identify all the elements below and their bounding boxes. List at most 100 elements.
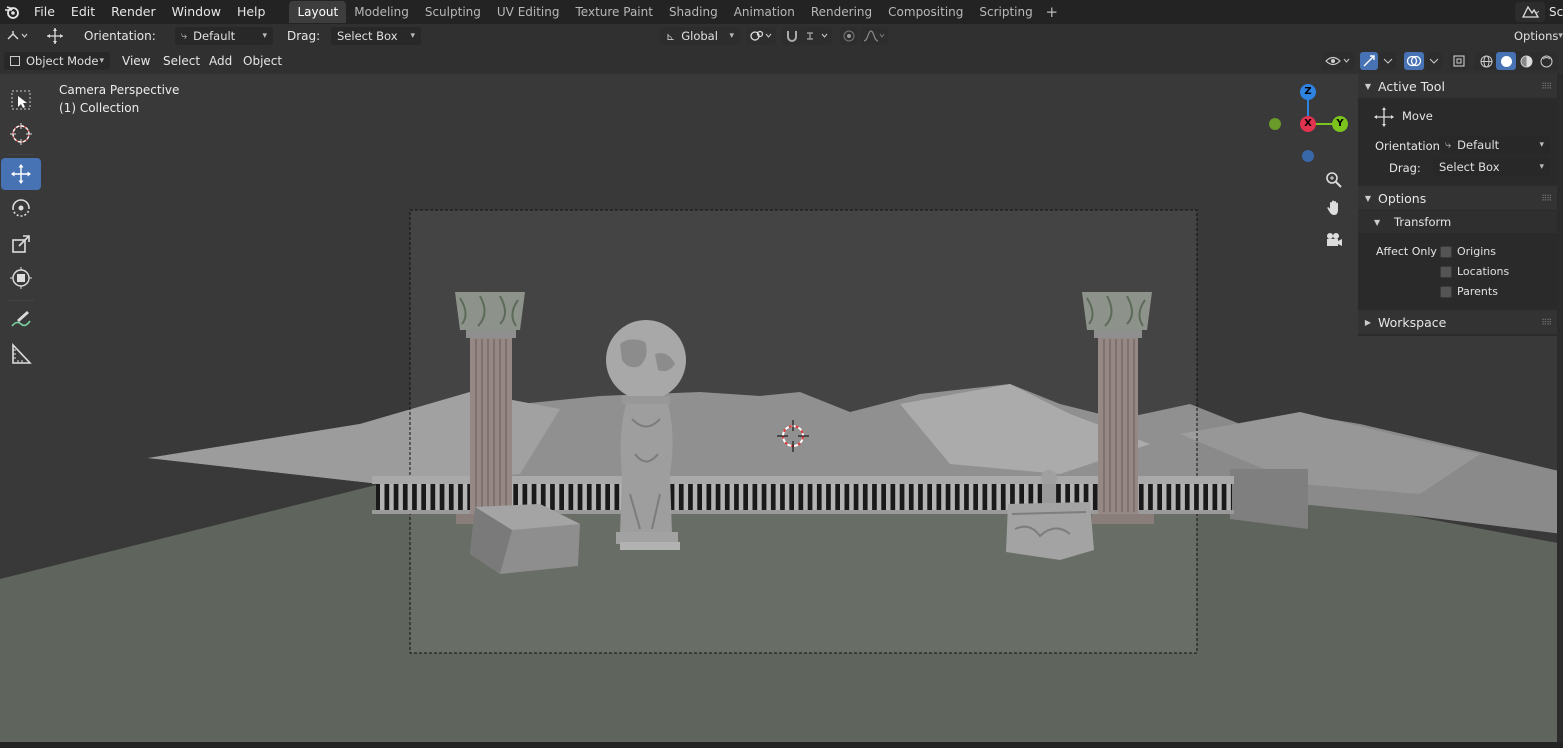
parents-checkbox[interactable]: Parents (1440, 285, 1498, 298)
menu-select[interactable]: Select (163, 54, 200, 68)
panel-drag-dropdown[interactable]: Select Box ▾ (1433, 158, 1550, 176)
baluster (683, 484, 689, 512)
chevron-down-icon: ▼ (1364, 81, 1372, 91)
checkbox-box[interactable] (1440, 285, 1452, 298)
falloff-curve-icon[interactable] (860, 27, 888, 45)
baluster (840, 484, 845, 512)
status-bar (0, 742, 1563, 748)
add-workspace-button[interactable]: + (1041, 1, 1063, 23)
scene-selector[interactable]: Sc (1515, 0, 1563, 24)
options-dropdown[interactable]: Options ▾ (1508, 27, 1563, 45)
checkbox-box[interactable] (1440, 265, 1452, 278)
chevron-down-icon[interactable] (1380, 52, 1396, 70)
chevron-down-icon: ▼ (1374, 217, 1381, 227)
menu-view[interactable]: View (122, 54, 150, 68)
drag-grip-icon[interactable]: ⠿⠿ (1541, 82, 1552, 91)
scene-name[interactable]: Sc (1549, 5, 1563, 19)
tab-animation[interactable]: Animation (726, 1, 803, 23)
snap-magnet-icon[interactable] (782, 27, 802, 45)
baluster (812, 484, 817, 512)
chevron-down-icon: ▼ (1364, 193, 1372, 203)
rendered-shading-icon[interactable] (1536, 55, 1556, 68)
tab-layout[interactable]: Layout (289, 1, 347, 23)
camera-view-icon[interactable] (1322, 228, 1346, 252)
mode-dropdown[interactable]: Object Mode ▾ (4, 52, 110, 70)
editor-type-icon[interactable] (4, 27, 32, 45)
measure-tool-icon[interactable] (1, 338, 41, 370)
wireframe-shading-icon[interactable] (1476, 55, 1496, 68)
tab-texture-paint[interactable]: Texture Paint (568, 1, 661, 23)
orientation-gizmo-icon: ⤷ (1445, 138, 1452, 151)
menu-window[interactable]: Window (164, 2, 229, 22)
scale-tool-icon[interactable] (1, 228, 41, 260)
rotate-tool-icon[interactable] (1, 192, 41, 224)
gizmo-y-axis[interactable]: Y (1332, 116, 1348, 132)
options-panel-header[interactable]: ▼ Options ⠿⠿ (1358, 186, 1557, 210)
menu-file[interactable]: File (26, 2, 63, 22)
tab-scripting[interactable]: Scripting (971, 1, 1040, 23)
gizmo-toggle-icon[interactable] (1360, 52, 1378, 70)
baluster (692, 484, 698, 512)
locations-label: Locations (1457, 265, 1510, 278)
baluster (748, 484, 753, 512)
menu-help[interactable]: Help (229, 2, 274, 22)
gizmo-z-axis[interactable]: Z (1300, 84, 1316, 100)
tab-rendering[interactable]: Rendering (803, 1, 880, 23)
scene-icon[interactable] (1515, 2, 1545, 22)
blender-logo-icon[interactable] (2, 2, 22, 22)
snap-target-icon[interactable] (802, 27, 832, 45)
material-preview-icon[interactable] (1516, 55, 1536, 68)
options-title: Options (1378, 190, 1427, 206)
tab-shading[interactable]: Shading (661, 1, 726, 23)
baluster (1152, 484, 1158, 512)
proportional-edit-icon[interactable] (840, 27, 858, 45)
orientation-dropdown[interactable]: ⤷ Default ▾ (175, 27, 273, 45)
baluster (554, 484, 560, 512)
locations-checkbox[interactable]: Locations (1440, 265, 1509, 278)
baluster (1226, 484, 1231, 512)
baluster (794, 484, 799, 512)
menu-edit[interactable]: Edit (63, 2, 103, 22)
move-tool-icon[interactable] (1, 158, 41, 190)
workspace-panel-header[interactable]: ▶ Workspace ⠿⠿ (1358, 310, 1557, 334)
drag-dropdown[interactable]: Select Box ▾ (331, 27, 421, 45)
pivot-point-icon[interactable] (746, 27, 776, 45)
move-tool-icon[interactable] (42, 27, 68, 45)
tab-modeling[interactable]: Modeling (346, 1, 417, 23)
navigation-gizmo[interactable]: Z X Y (1260, 80, 1360, 260)
baluster (950, 484, 955, 512)
menu-render[interactable]: Render (103, 2, 164, 22)
baluster (886, 484, 891, 512)
sidebar-tab-strip[interactable] (1557, 74, 1563, 742)
baluster (858, 484, 863, 512)
chevron-down-icon: ▾ (1539, 140, 1544, 150)
gizmo-x-axis[interactable]: X (1300, 116, 1316, 132)
tab-sculpting[interactable]: Sculpting (417, 1, 489, 23)
checkbox-box[interactable] (1440, 245, 1452, 258)
chevron-down-icon[interactable] (1426, 52, 1442, 70)
tab-compositing[interactable]: Compositing (880, 1, 971, 23)
transform-orientation-dropdown[interactable]: ⊾ Global ▾ (660, 27, 740, 45)
drag-grip-icon[interactable]: ⠿⠿ (1541, 194, 1552, 203)
solid-shading-icon[interactable] (1496, 52, 1516, 70)
object-mode-icon (10, 56, 20, 66)
tab-uv-editing[interactable]: UV Editing (489, 1, 568, 23)
select-box-tool-icon[interactable] (1, 84, 41, 116)
drag-grip-icon[interactable]: ⠿⠿ (1541, 318, 1552, 327)
transform-tool-icon[interactable] (1, 262, 41, 294)
origins-checkbox[interactable]: Origins (1440, 245, 1496, 258)
zoom-icon[interactable] (1322, 168, 1346, 192)
baluster (987, 484, 992, 512)
menu-add[interactable]: Add (209, 54, 232, 68)
transform-subpanel-header[interactable]: ▼ Transform (1358, 211, 1557, 233)
overlays-icon[interactable] (1404, 52, 1424, 70)
panel-orientation-dropdown[interactable]: ⤷ Default ▾ (1439, 136, 1550, 154)
cursor-tool-icon[interactable] (1, 118, 41, 150)
pan-hand-icon[interactable] (1322, 196, 1346, 220)
xray-toggle-icon[interactable] (1450, 52, 1468, 70)
chevron-down-icon: ▾ (262, 31, 267, 41)
menu-object[interactable]: Object (243, 54, 282, 68)
active-tool-panel-header[interactable]: ▼ Active Tool ⠿⠿ (1358, 74, 1557, 98)
visibility-eye-icon[interactable] (1322, 52, 1354, 70)
annotate-tool-icon[interactable] (1, 304, 41, 336)
